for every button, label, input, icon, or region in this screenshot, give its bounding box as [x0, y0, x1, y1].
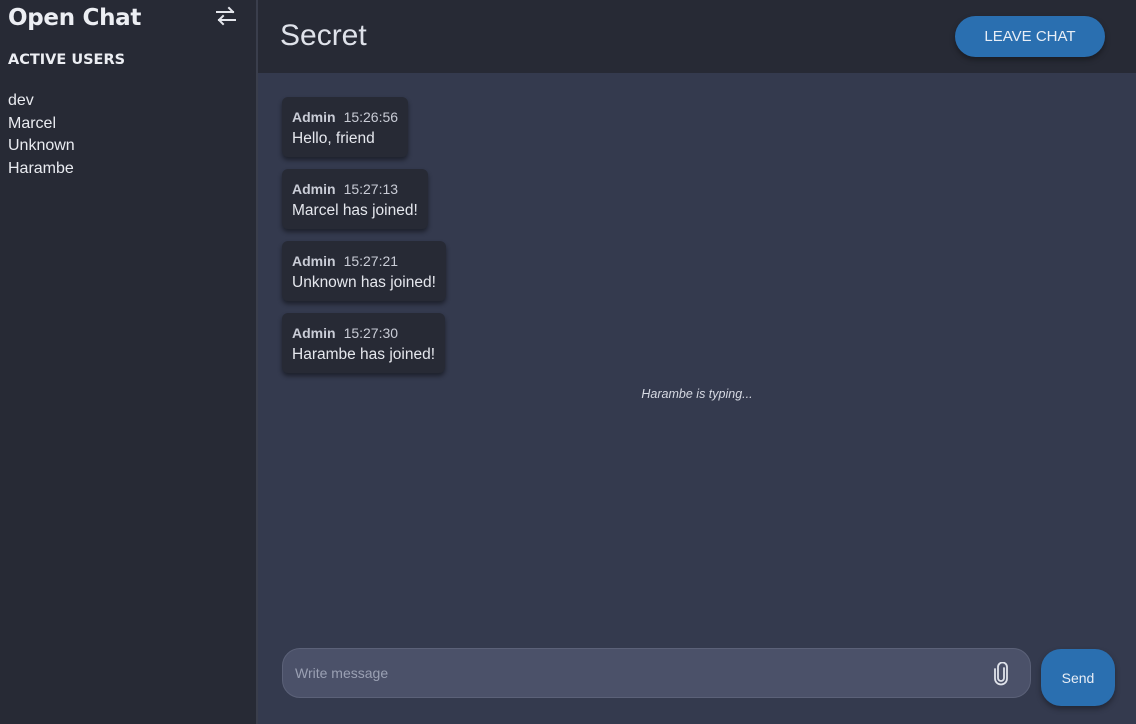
chat-main: Secret LEAVE CHAT Admin 15:26:56 Hello, f… — [258, 0, 1136, 724]
typing-indicator: Harambe is typing... — [641, 387, 753, 401]
active-users-list: dev Marcel Unknown Harambe — [8, 90, 75, 180]
message-text: Marcel has joined! — [292, 202, 418, 219]
swap-arrows-icon[interactable] — [214, 6, 238, 26]
message-list: Admin 15:26:56 Hello, friend Admin 15:27:1… — [282, 97, 446, 385]
send-button[interactable]: Send — [1041, 649, 1115, 706]
paperclip-icon[interactable] — [991, 661, 1011, 686]
message-item: Admin 15:27:13 Marcel has joined! — [282, 169, 428, 229]
message-item: Admin 15:26:56 Hello, friend — [282, 97, 409, 157]
user-item-harambe: Harambe — [8, 159, 74, 177]
message-text: Unknown has joined! — [292, 274, 436, 291]
message-item: Admin 15:27:30 Harambe has joined! — [282, 313, 446, 373]
message-time: 15:27:30 — [343, 325, 399, 341]
user-item-marcel: Marcel — [8, 114, 57, 132]
room-title: Secret — [280, 19, 367, 52]
user-item-unknown: Unknown — [8, 137, 75, 154]
leave-chat-button[interactable]: LEAVE CHAT — [955, 16, 1105, 57]
message-time: 15:26:56 — [343, 109, 399, 125]
message-author: Admin — [292, 109, 336, 125]
message-text: Hello, friend — [292, 130, 375, 147]
app-title: Open Chat — [8, 5, 142, 31]
chat-header: Secret LEAVE CHAT — [258, 0, 1136, 73]
user-item-dev: dev — [8, 92, 34, 109]
sidebar: Open Chat ACTIVE USERS dev Marcel Unknow… — [0, 0, 258, 724]
message-text: Harambe has joined! — [292, 346, 436, 363]
active-users-heading: ACTIVE USERS — [8, 52, 126, 68]
message-author: Admin — [292, 325, 336, 341]
message-time: 15:27:13 — [343, 181, 399, 197]
message-author: Admin — [292, 181, 336, 197]
message-input[interactable] — [295, 649, 975, 697]
message-item: Admin 15:27:21 Unknown has joined! — [282, 241, 446, 301]
message-time: 15:27:21 — [343, 253, 399, 269]
message-author: Admin — [292, 253, 336, 269]
chat-app: Open Chat ACTIVE USERS dev Marcel Unknow… — [0, 0, 1136, 724]
message-composer — [282, 648, 1031, 698]
